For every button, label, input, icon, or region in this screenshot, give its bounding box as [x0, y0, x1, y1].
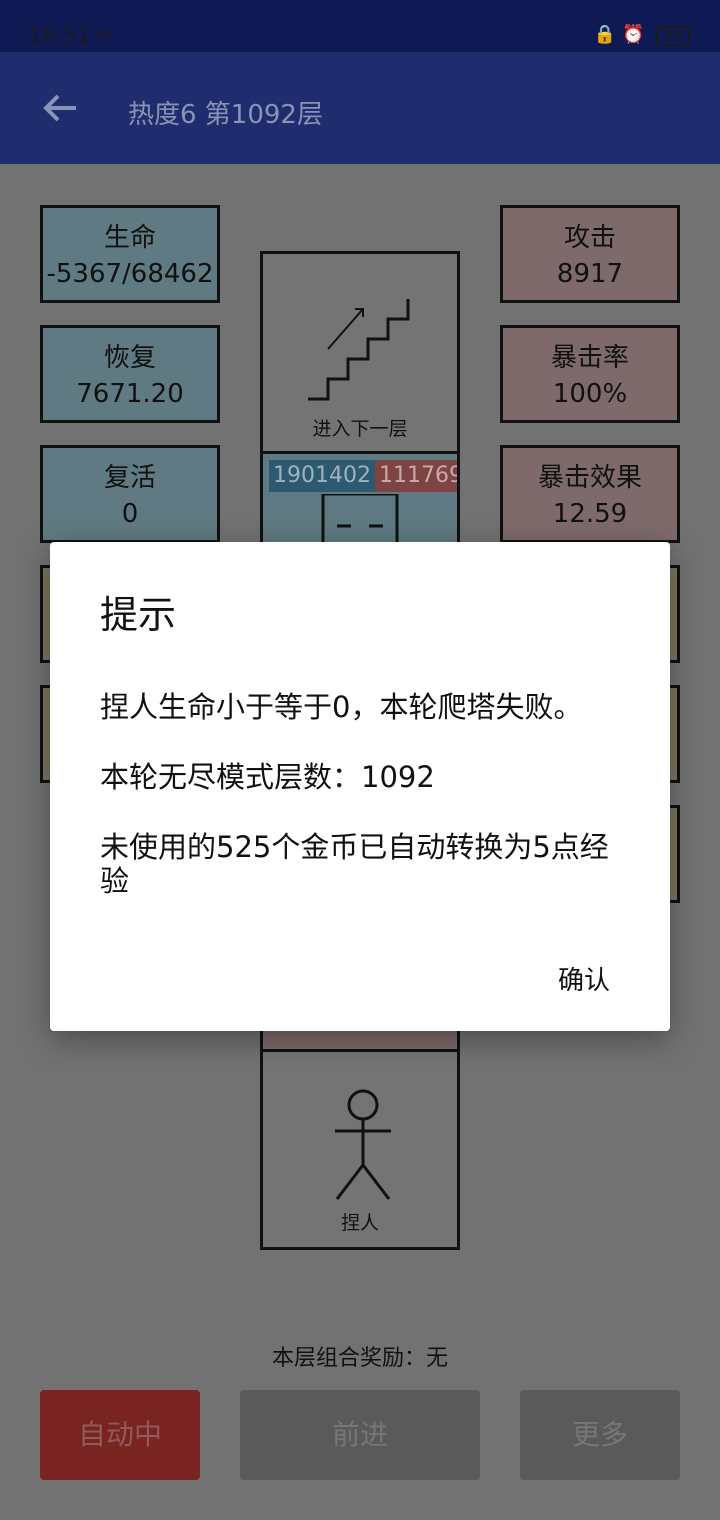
stat-crit-rate-label: 暴击率 [550, 343, 629, 373]
dialog-message: 捏人生命小于等于0，本轮爬塔失败。 本轮无尽模式层数：1092 未使用的525个… [100, 690, 630, 934]
floor-reward-text: 本层组合奖励：无 [271, 1346, 448, 1371]
stat-revive-label: 复活 [103, 463, 156, 493]
stat-attack-label: 攻击 [563, 223, 616, 253]
more-button[interactable]: 更多 [520, 1390, 680, 1480]
alarm-icon: ⏰ [622, 24, 645, 45]
enemy-stats-bar: 1901402 111769 [269, 460, 457, 492]
confirm-button[interactable]: 确认 [558, 960, 610, 997]
stat-revive-value: 0 [121, 499, 139, 529]
forward-button[interactable]: 前进 [240, 1390, 480, 1480]
alert-dialog: 提示 捏人生命小于等于0，本轮爬塔失败。 本轮无尽模式层数：1092 未使用的5… [50, 542, 670, 1031]
arrow-left-icon [43, 94, 76, 122]
status-time: 16:51 [28, 24, 92, 49]
dialog-line-coins: 未使用的525个金币已自动转换为5点经验 [100, 830, 609, 898]
next-floor-cell[interactable]: 进入下一层 [260, 251, 460, 454]
player-label: 捏人 [340, 1212, 379, 1234]
enemy-attack: 111769 [374, 460, 457, 492]
lock-icon: 🔒 [593, 24, 617, 45]
stat-hp-value: -5367/68462 [46, 259, 214, 289]
page-title: 热度6 第1092层 [128, 100, 323, 130]
stat-crit-rate: 暴击率 100% [500, 325, 680, 423]
stick-figure-icon [335, 1089, 391, 1200]
stat-hp: 生命 -5367/68462 [40, 205, 220, 303]
stat-crit-damage-label: 暴击效果 [537, 463, 642, 493]
stat-crit-rate-value: 100% [552, 379, 628, 409]
status-bar: 16:51 4G 🔒 ⏰ 99 [0, 0, 720, 52]
dialog-title: 提示 [100, 593, 177, 637]
enemy-hp: 1901402 [269, 460, 375, 492]
status-icons: 🔒 ⏰ 99 [594, 24, 690, 46]
stat-regen: 恢复 7671.20 [40, 325, 220, 423]
stat-revive: 复活 0 [40, 445, 220, 543]
next-floor-label: 进入下一层 [312, 418, 408, 440]
player-cell: 捏人 [260, 1049, 460, 1250]
stat-regen-value: 7671.20 [76, 379, 184, 409]
stat-attack: 攻击 8917 [500, 205, 680, 303]
app-bar: 热度6 第1092层 [0, 52, 720, 164]
stat-regen-label: 恢复 [103, 343, 156, 373]
back-button[interactable] [40, 88, 80, 128]
stat-crit-damage-value: 12.59 [552, 499, 628, 529]
battery-icon: 99 [656, 26, 690, 46]
stat-crit-damage: 暴击效果 12.59 [500, 445, 680, 543]
stat-hp-label: 生命 [103, 223, 156, 253]
stat-attack-value: 8917 [556, 259, 624, 289]
stairs-icon [308, 299, 410, 401]
signal-icon: 4G [96, 28, 113, 42]
auto-button[interactable]: 自动中 [40, 1390, 200, 1480]
dialog-line-fail: 捏人生命小于等于0，本轮爬塔失败。 [100, 690, 583, 724]
dialog-line-floors: 本轮无尽模式层数：1092 [100, 760, 435, 794]
